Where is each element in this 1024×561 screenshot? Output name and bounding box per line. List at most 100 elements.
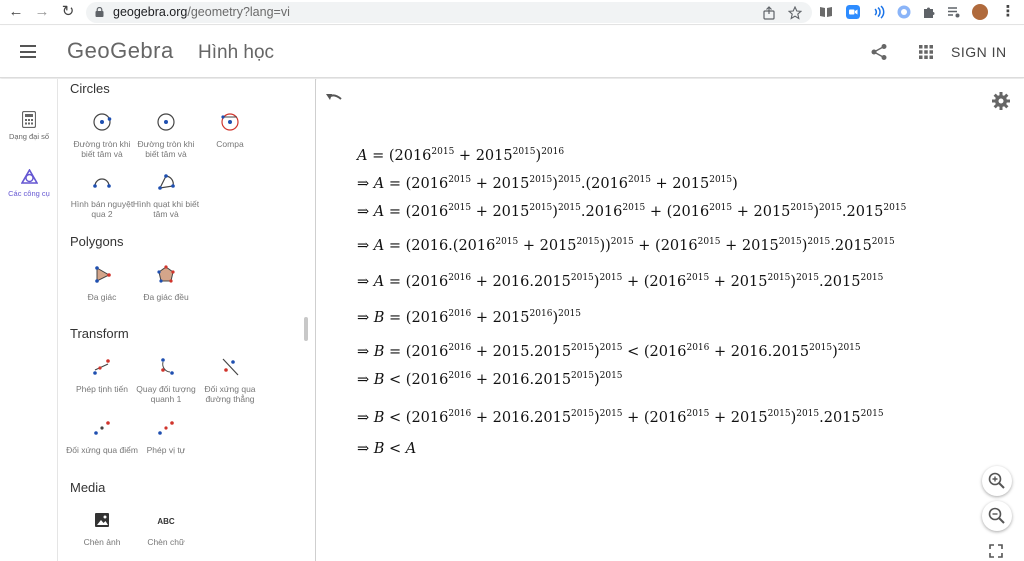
tool-semicircle[interactable]: Hình bán nguyệt qua 2 xyxy=(66,171,138,219)
url-text: geogebra.org/geometry?lang=vi xyxy=(113,5,290,19)
tool-label: Chèn ảnh xyxy=(83,537,121,547)
tool-label: Đường tròn khi biết tâm và xyxy=(73,139,131,159)
category-circles: Circles xyxy=(70,81,110,96)
tool-polygon[interactable]: Đa giác xyxy=(66,264,138,302)
regular-polygon-icon xyxy=(157,265,175,283)
tool-rotate-around-point[interactable]: Quay đối tượng quanh 1 xyxy=(130,356,202,404)
math-line-4: ⇒ A = (2016.(20162015 + 20152015))2015 +… xyxy=(357,237,895,254)
category-polygons: Polygons xyxy=(70,234,124,249)
math-line-7: ⇒ B = (20162016 + 2015.20152015)2015 < (… xyxy=(357,343,861,360)
math-line-5: ⇒ A = (20162016 + 2016.20152015)2015 + (… xyxy=(357,273,884,290)
tool-circle-center-radius[interactable]: Đường tròn khi biết tâm và xyxy=(130,111,202,159)
tool-compass[interactable]: Compa xyxy=(194,111,266,149)
tool-label: Đối xứng qua điểm xyxy=(66,445,138,455)
math-line-3: ⇒ A = (20162015 + 20152015)2015.20162015… xyxy=(357,203,907,220)
zoom-extension-icon[interactable] xyxy=(846,5,860,19)
vpn-extension-icon[interactable] xyxy=(897,5,911,19)
extensions-puzzle-icon[interactable] xyxy=(922,5,936,19)
browser-menu-icon[interactable]: ⋮ xyxy=(999,3,1017,21)
profile-avatar[interactable] xyxy=(972,4,988,20)
app-title: Hình học xyxy=(198,42,275,63)
tool-label: Phép tịnh tiến xyxy=(76,384,128,394)
media-queue-icon[interactable] xyxy=(947,5,961,19)
zoom-in-button[interactable] xyxy=(982,466,1012,496)
category-media: Media xyxy=(70,480,106,495)
tool-reflect-line[interactable]: Đối xứng qua đường thẳng xyxy=(194,356,266,404)
app-header: GeoGebra Hình học SIGN IN xyxy=(0,26,1024,78)
semicircle-icon xyxy=(93,178,111,188)
circle-center-radius-icon xyxy=(157,113,175,131)
zoom-out-button[interactable] xyxy=(982,501,1012,531)
lock-icon xyxy=(95,7,104,17)
tool-translate[interactable]: Phép tịnh tiến xyxy=(66,356,138,394)
tool-circle-center-point[interactable]: Đường tròn khi biết tâm và xyxy=(66,111,138,159)
rotate-around-point-icon xyxy=(161,358,174,375)
sign-in-button[interactable]: SIGN IN xyxy=(951,44,1007,60)
forward-icon[interactable]: → xyxy=(33,3,51,21)
zoom-out-icon xyxy=(988,507,1005,524)
tool-label: Compa xyxy=(216,139,244,149)
math-line-1: A = (20162015 + 20152015)2016 xyxy=(357,147,565,164)
tool-circular-sector[interactable]: Hình quạt khi biết tâm và xyxy=(130,171,202,219)
tool-label: Đối xứng qua đường thẳng xyxy=(204,384,256,404)
rail-label-tools: Các công cụ xyxy=(8,189,50,198)
share-page-icon[interactable] xyxy=(762,6,776,20)
polygon-icon xyxy=(95,266,111,283)
geogebra-logo[interactable]: GeoGebra xyxy=(67,38,174,64)
tool-regular-polygon[interactable]: Đa giác đều xyxy=(130,264,202,302)
tool-text[interactable]: ABC Chèn chữ xyxy=(130,509,202,547)
compass-icon xyxy=(221,113,239,131)
tool-label: Đa giác xyxy=(87,292,117,302)
apps-grid-icon[interactable] xyxy=(919,45,933,59)
tool-label: Hình quạt khi biết tâm và xyxy=(132,199,200,219)
tools-panel: Circles Đường tròn khi biết tâm và Đường… xyxy=(58,79,316,561)
fullscreen-icon[interactable] xyxy=(989,544,1003,558)
math-line-6: ⇒ B = (20162016 + 20152016)2015 xyxy=(357,309,582,326)
tool-image[interactable]: Chèn ảnh xyxy=(66,509,138,547)
translate-icon xyxy=(93,359,110,375)
tool-label: Chèn chữ xyxy=(147,537,185,547)
reload-icon[interactable]: ↻ xyxy=(59,3,77,21)
tools-icon xyxy=(20,169,38,184)
browser-toolbar: ← → ↻ geogebra.org/geometry?lang=vi ⋮ xyxy=(0,0,1024,25)
svg-text:ABC: ABC xyxy=(157,517,175,526)
category-transform: Transform xyxy=(70,326,129,341)
dilate-icon xyxy=(158,421,174,435)
back-icon[interactable]: ← xyxy=(7,3,25,21)
calculator-icon xyxy=(22,111,36,128)
math-line-9: ⇒ B < (20162016 + 2016.20152015)2015 + (… xyxy=(357,409,884,426)
circle-center-point-icon xyxy=(93,113,112,131)
url-path: /geometry?lang=vi xyxy=(187,5,290,19)
math-line-8: ⇒ B < (20162016 + 2016.20152015)2015 xyxy=(357,371,623,388)
tool-label: Quay đối tượng quanh 1 xyxy=(136,384,196,404)
tool-label: Đa giác đều xyxy=(143,292,189,302)
text-icon: ABC xyxy=(157,517,175,526)
circular-sector-icon xyxy=(158,174,175,190)
tool-reflect-point[interactable]: Đối xứng qua điểm xyxy=(66,417,138,455)
undo-icon[interactable] xyxy=(325,91,343,105)
reflect-line-icon xyxy=(222,358,239,376)
reading-extension-icon[interactable] xyxy=(819,5,833,19)
math-line-10: ⇒ B < A xyxy=(357,441,417,457)
zoom-in-icon xyxy=(988,472,1005,489)
graphics-view[interactable]: A = (20162015 + 20152015)2016 ⇒ A = (201… xyxy=(317,79,1024,561)
rail-label-algebra: Dạng đại số xyxy=(8,132,50,141)
tools-scrollbar[interactable] xyxy=(304,317,308,341)
tool-label: Hình bán nguyệt qua 2 xyxy=(70,199,134,219)
bookmark-star-icon[interactable] xyxy=(788,6,802,20)
tool-dilate[interactable]: Phép vị tự xyxy=(130,417,202,455)
tool-label: Phép vị tự xyxy=(146,445,186,455)
image-icon xyxy=(95,513,109,527)
rail-item-algebra[interactable]: Dạng đại số xyxy=(0,111,58,141)
address-bar[interactable]: geogebra.org/geometry?lang=vi xyxy=(86,2,812,23)
tool-label: Đường tròn khi biết tâm và xyxy=(137,139,195,159)
hamburger-menu-icon[interactable] xyxy=(20,45,36,58)
rail-item-tools[interactable]: Các công cụ xyxy=(0,169,58,198)
url-host: geogebra.org xyxy=(113,5,188,19)
settings-gear-icon[interactable] xyxy=(992,92,1010,110)
reflect-point-icon xyxy=(94,421,110,435)
math-line-2: ⇒ A = (20162015 + 20152015)2015.(2016201… xyxy=(357,175,738,192)
audio-extension-icon[interactable] xyxy=(872,5,886,19)
view-rail: Dạng đại số Các công cụ xyxy=(0,79,58,561)
share-icon[interactable] xyxy=(870,43,888,61)
